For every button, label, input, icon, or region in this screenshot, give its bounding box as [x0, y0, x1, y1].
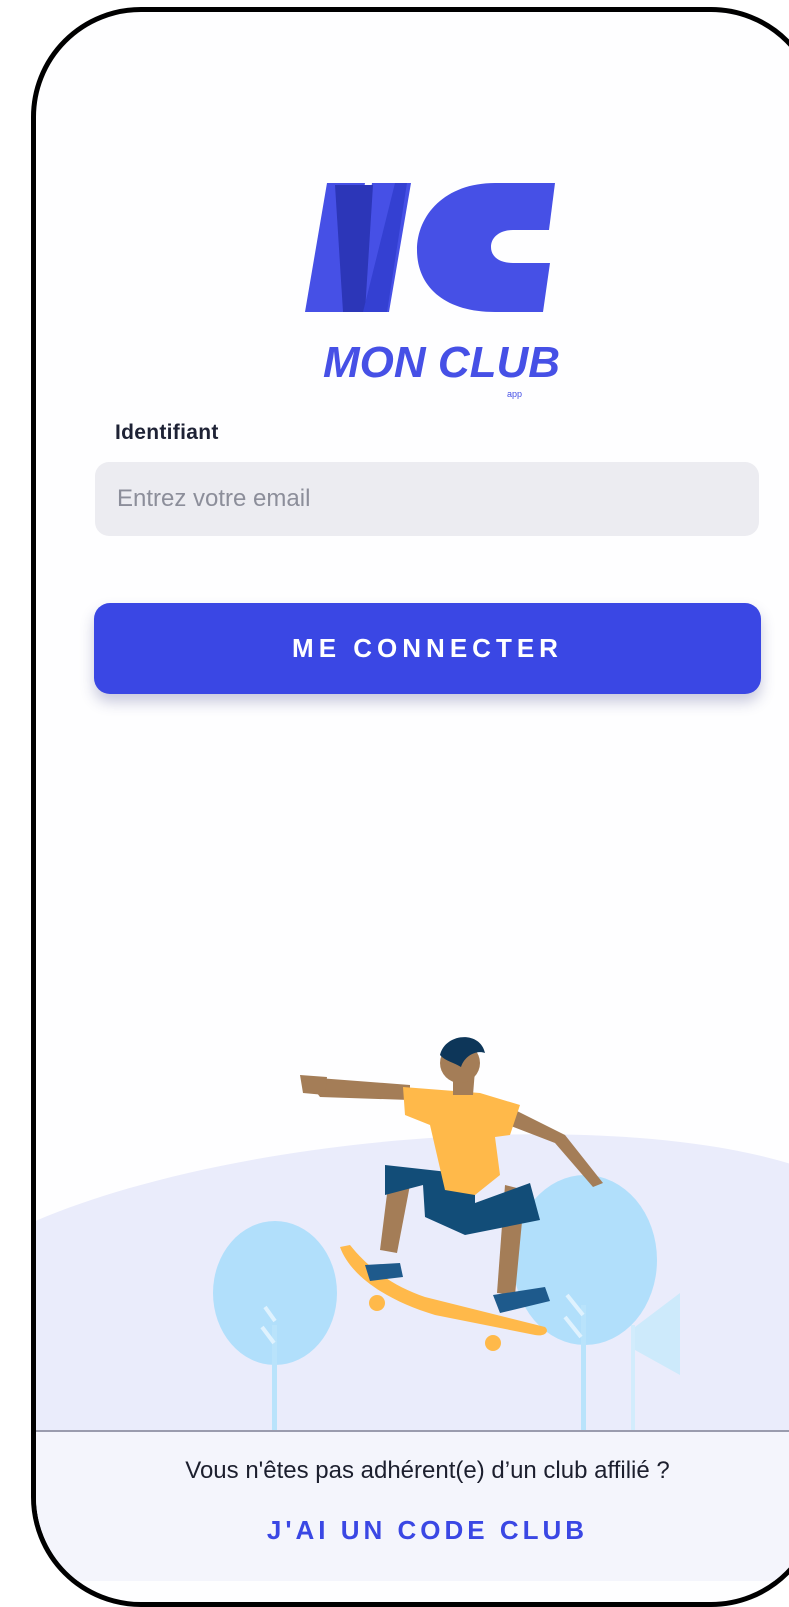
logo-text: MON CLUB [323, 338, 560, 387]
club-code-link[interactable]: J'AI UN CODE CLUB [36, 1515, 789, 1546]
identifiant-label: Identifiant [115, 421, 219, 444]
footer-panel [36, 1430, 789, 1581]
logo-subtext: app [507, 389, 522, 399]
not-member-text: Vous n'êtes pas adhérent(e) d’un club af… [185, 1457, 670, 1484]
mon-club-logo: MON CLUB app [305, 183, 560, 399]
phone-frame: MON CLUB app Identifiant ME CONNECTER [31, 7, 789, 1607]
login-screen: MON CLUB app Identifiant ME CONNECTER [36, 12, 789, 1581]
email-input[interactable] [95, 462, 759, 536]
skateboarder-illustration [36, 1037, 789, 1435]
connect-button[interactable]: ME CONNECTER [94, 603, 761, 694]
